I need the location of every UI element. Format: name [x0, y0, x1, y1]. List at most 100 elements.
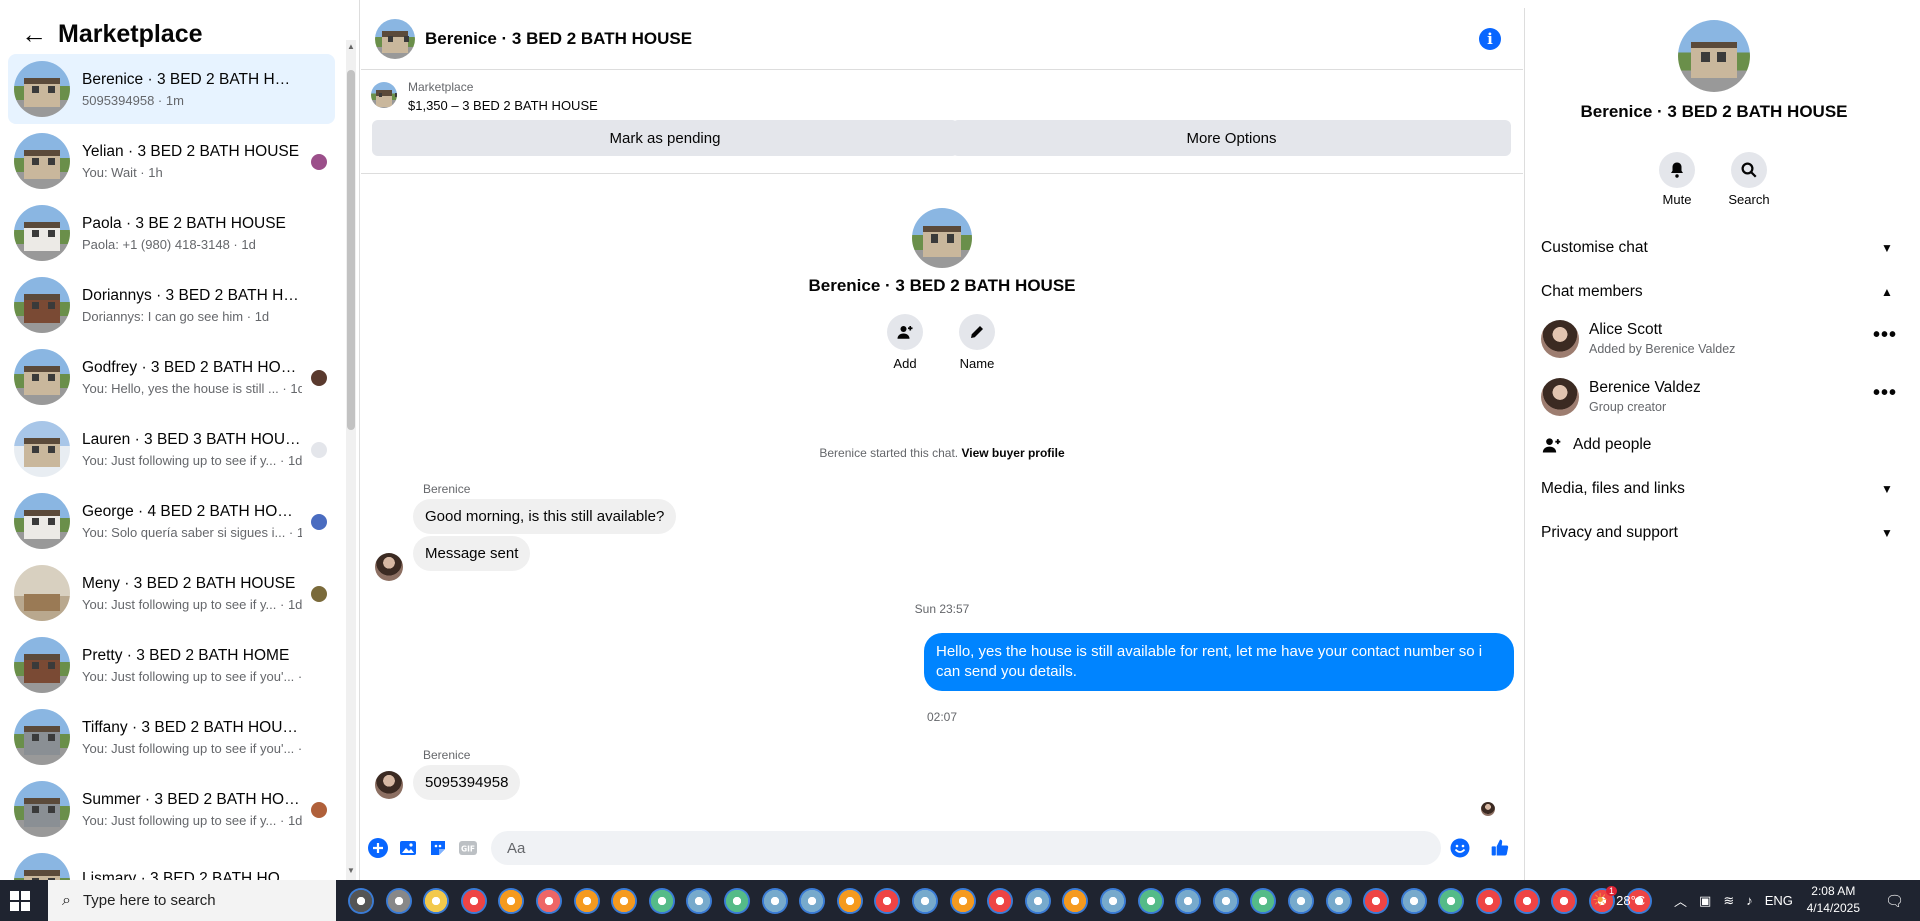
taskbar-app-icon[interactable]: [423, 888, 450, 914]
sender-avatar[interactable]: [375, 553, 403, 581]
taskbar-app-icon[interactable]: [648, 888, 675, 914]
emoji-icon[interactable]: [1450, 838, 1470, 858]
privacy-support-section[interactable]: Privacy and support ▼: [1541, 513, 1897, 553]
incoming-message[interactable]: 5095394958: [413, 765, 521, 800]
taskbar-app-icon[interactable]: [498, 888, 525, 914]
chat-member-row[interactable]: Alice Scott Added by Berenice Valdez •••: [1541, 312, 1897, 366]
taskbar-app-icon[interactable]: [1100, 888, 1126, 914]
wifi-icon[interactable]: ≋: [1723, 893, 1734, 909]
plus-circle-icon[interactable]: [368, 838, 388, 858]
member-avatar[interactable]: [1541, 378, 1579, 416]
taskbar-app-icon[interactable]: [1438, 888, 1465, 914]
scroll-up-icon[interactable]: ▲: [346, 42, 356, 51]
taskbar-app-icon[interactable]: [1363, 888, 1390, 914]
photo-icon[interactable]: [398, 838, 418, 858]
conversation-thumbnail: [14, 133, 70, 189]
taskbar-app-icon[interactable]: [1476, 888, 1502, 914]
more-options-icon[interactable]: •••: [1873, 382, 1897, 405]
conversation-item[interactable]: Pretty · 3 BED 2 BATH HOME You: Just foll…: [8, 630, 335, 700]
chat-member-row[interactable]: Berenice Valdez Group creator •••: [1541, 370, 1897, 424]
taskbar-app-icon[interactable]: [987, 888, 1014, 914]
chevron-up-icon[interactable]: ︿: [1674, 891, 1687, 910]
taskbar-search[interactable]: ⌕ Type here to search: [48, 880, 336, 921]
view-buyer-profile-link[interactable]: View buyer profile: [961, 446, 1064, 460]
taskbar-app-icon[interactable]: [385, 888, 412, 914]
taskbar-app-icon[interactable]: [949, 888, 976, 914]
more-options-button[interactable]: More Options: [952, 120, 1511, 156]
conversation-name: George · 4 BED 2 BATH HOUSE: [82, 502, 302, 520]
media-files-section[interactable]: Media, files and links ▼: [1541, 469, 1897, 509]
message-input[interactable]: [491, 831, 1441, 865]
taskbar-app-icon[interactable]: [799, 888, 826, 914]
language-indicator[interactable]: ENG: [1765, 893, 1793, 908]
taskbar-app-icon[interactable]: [611, 888, 638, 914]
scroll-down-icon[interactable]: ▼: [346, 866, 356, 875]
taskbar-app-icon[interactable]: [1212, 888, 1239, 914]
add-people-button[interactable]: Add people: [1541, 425, 1897, 465]
conversation-item[interactable]: Berenice · 3 BED 2 BATH HOUSE 5095394958 …: [8, 54, 335, 124]
task-view-icon[interactable]: [348, 888, 374, 914]
sidebar-scrollbar[interactable]: ▲ ▼: [346, 40, 356, 880]
conversation-item[interactable]: Lauren · 3 BED 3 BATH HOUSE You: Just fol…: [8, 414, 335, 484]
taskbar-app-icon[interactable]: [573, 888, 600, 914]
taskbar-app-icon[interactable]: [724, 888, 750, 914]
conversation-item[interactable]: Doriannys · 3 BED 2 BATH HOME Doriannys: …: [8, 270, 335, 340]
taskbar-app-icon[interactable]: [1137, 888, 1164, 914]
conversation-item[interactable]: Lismary · 3 BED 2 BATH HOUSE: [8, 846, 335, 880]
mark-as-pending-button[interactable]: Mark as pending: [372, 120, 958, 156]
taskbar-app-icon[interactable]: [536, 888, 562, 914]
taskbar-app-icon[interactable]: [836, 888, 863, 914]
incoming-message[interactable]: Message sent: [413, 536, 531, 571]
taskbar-app-icon[interactable]: [1175, 888, 1202, 914]
conversation-item[interactable]: Paola · 3 BE 2 BATH HOUSE Paola: +1 (980)…: [8, 198, 335, 268]
taskbar-app-icon[interactable]: [1062, 888, 1089, 914]
taskbar-app-icon[interactable]: [1325, 888, 1352, 914]
taskbar-app-icon[interactable]: [1400, 888, 1427, 914]
taskbar-app-icon[interactable]: [1551, 888, 1578, 914]
conversation-thumbnail: [14, 637, 70, 693]
conversation-item[interactable]: Yelian · 3 BED 2 BATH HOUSE You: Wait · 1…: [8, 126, 335, 196]
customise-chat-section[interactable]: Customise chat ▼: [1541, 228, 1897, 268]
gif-icon[interactable]: GIF: [458, 838, 478, 858]
member-avatar[interactable]: [1541, 320, 1579, 358]
sticker-icon[interactable]: [428, 838, 448, 858]
windows-start-icon[interactable]: [10, 891, 30, 911]
outgoing-message[interactable]: Hello, yes the house is still available …: [924, 633, 1514, 691]
chat-members-section[interactable]: Chat members ▲: [1541, 272, 1897, 312]
taskbar-app-icon[interactable]: [686, 888, 713, 914]
scrollbar-thumb[interactable]: [347, 70, 355, 430]
more-options-icon[interactable]: •••: [1873, 324, 1897, 347]
taskbar-app-icon[interactable]: [1513, 888, 1540, 914]
sender-avatar[interactable]: [375, 771, 403, 799]
conversation-item[interactable]: Meny · 3 BED 2 BATH HOUSE You: Just follo…: [8, 558, 335, 628]
search-icon[interactable]: [1731, 152, 1767, 188]
listing-price[interactable]: $1,350 – 3 BED 2 BATH HOUSE: [408, 98, 598, 113]
conversation-thumbnail: [14, 277, 70, 333]
conversation-item[interactable]: Godfrey · 3 BED 2 BATH HOUSE You: Hello, …: [8, 342, 335, 412]
listing-thumbnail[interactable]: [371, 82, 397, 108]
incoming-message[interactable]: Good morning, is this still available?: [413, 499, 677, 534]
taskbar-app-icon[interactable]: [874, 888, 901, 914]
conversation-item[interactable]: George · 4 BED 2 BATH HOUSE You: Solo que…: [8, 486, 335, 556]
taskbar-app-icon[interactable]: [1024, 888, 1051, 914]
chat-avatar[interactable]: [375, 18, 415, 59]
add-person-icon[interactable]: [887, 314, 923, 350]
conversation-item[interactable]: Tiffany · 3 BED 2 BATH HOUSE You: Just fo…: [8, 702, 335, 772]
taskbar-app-icon[interactable]: [761, 888, 788, 914]
back-arrow-icon[interactable]: ←: [12, 12, 56, 56]
taskbar-app-icon[interactable]: [1250, 888, 1277, 914]
conversation-item[interactable]: Summer · 3 BED 2 BATH HOU... You: Just fo…: [8, 774, 335, 844]
taskbar-app-icon[interactable]: [460, 888, 487, 914]
bell-icon[interactable]: [1659, 152, 1695, 188]
weather-widget[interactable]: ☀ 1 28°C: [1592, 880, 1645, 921]
chat-title[interactable]: Berenice · 3 BED 2 BATH HOUSE: [425, 29, 692, 49]
taskbar-app-icon[interactable]: [1288, 888, 1314, 914]
pencil-icon[interactable]: [959, 314, 995, 350]
meet-now-icon[interactable]: ▣: [1699, 893, 1711, 909]
system-clock[interactable]: 2:08 AM 4/14/2025: [1807, 883, 1860, 917]
info-icon[interactable]: i: [1479, 28, 1501, 50]
taskbar-app-icon[interactable]: [912, 888, 938, 914]
thumbs-up-icon[interactable]: [1490, 838, 1510, 858]
notification-icon[interactable]: 🗨: [1885, 892, 1904, 910]
volume-icon[interactable]: ♪: [1746, 893, 1753, 908]
